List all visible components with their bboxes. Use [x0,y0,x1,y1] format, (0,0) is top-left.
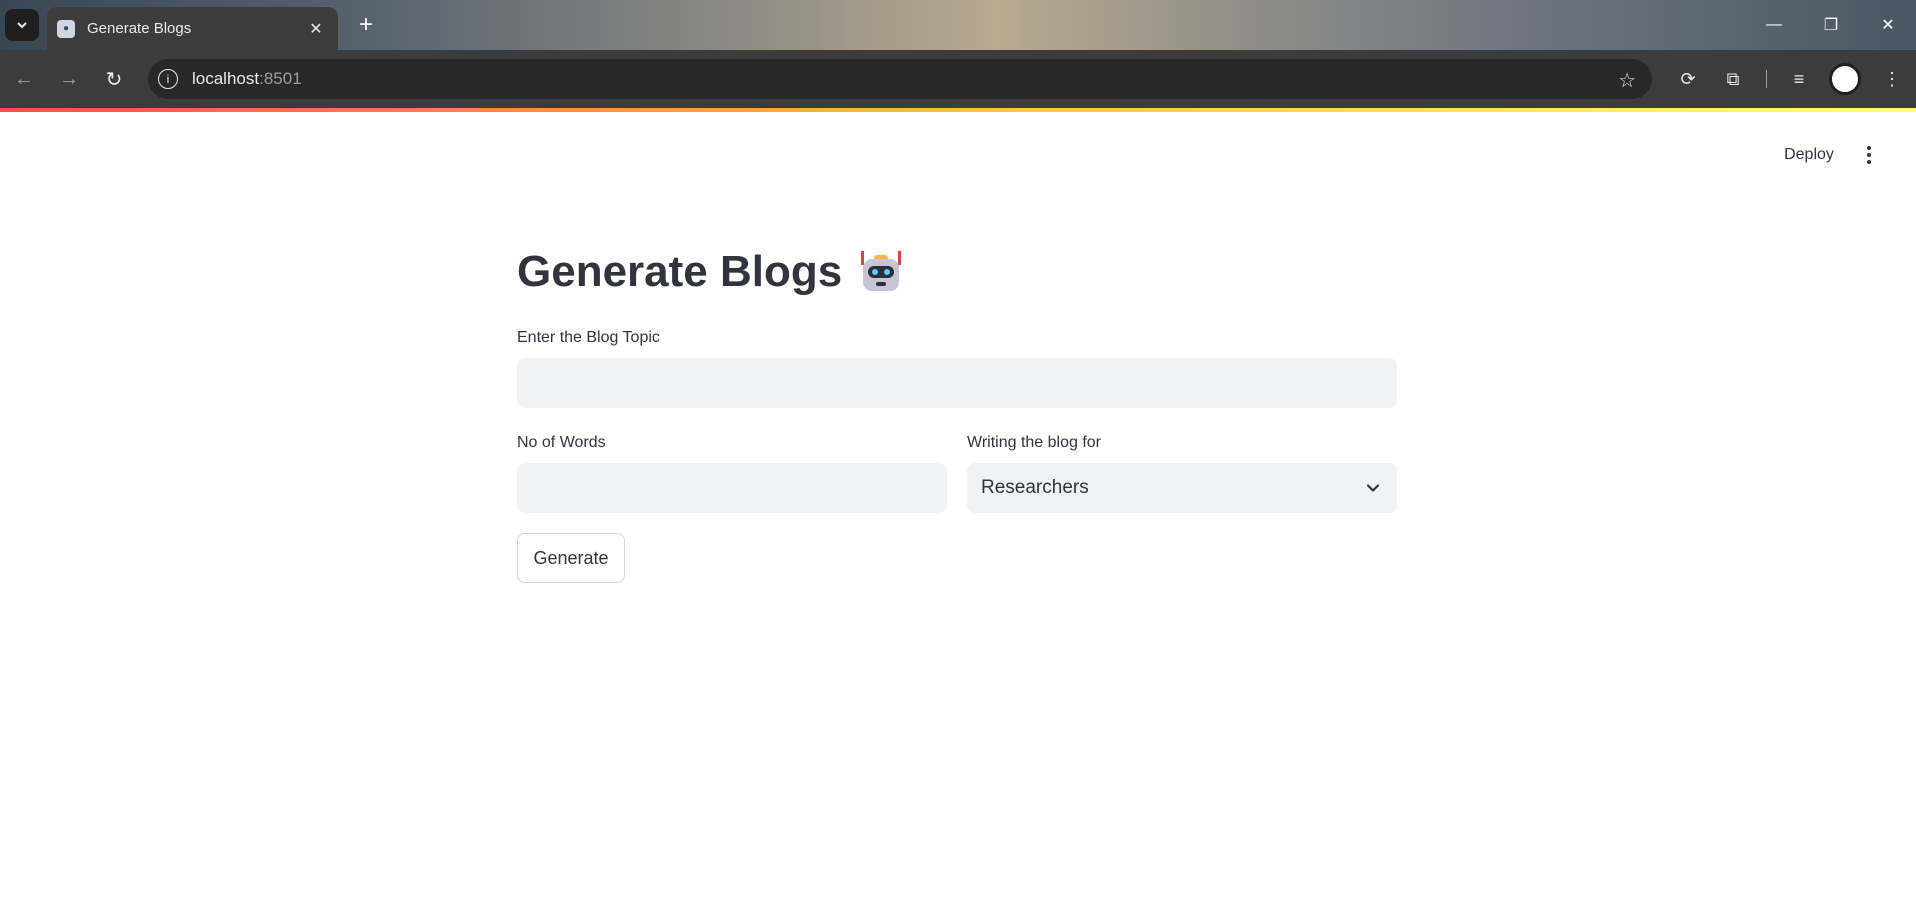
media-controls-icon[interactable]: ≡ [1784,64,1814,94]
restore-button[interactable]: ❐ [1811,10,1851,40]
browser-toolbar: ← → ↻ i localhost:8501 ☆ ⟳ ⧉ ≡ ⋮ [0,50,1916,108]
minimize-button[interactable]: — [1754,10,1794,40]
site-info-icon[interactable]: i [158,69,178,89]
audience-select[interactable]: Researchers [967,463,1397,513]
toolbar-divider [1766,70,1767,88]
audience-selected-value: Researchers [981,477,1089,498]
generate-button[interactable]: Generate [517,533,625,583]
bookmark-star-icon[interactable]: ☆ [1618,68,1636,93]
close-tab-icon[interactable]: ✕ [306,19,326,39]
tab-title: Generate Blogs [87,20,192,37]
tab-search-button[interactable] [5,9,39,41]
topic-label: Enter the Blog Topic [517,329,660,346]
new-tab-button[interactable]: + [352,11,380,39]
chevron-down-icon [17,22,27,29]
close-window-button[interactable]: ✕ [1868,10,1908,40]
audience-label: Writing the blog for [967,434,1101,451]
words-input[interactable] [517,463,947,513]
browser-tab-strip: ● Generate Blogs ✕ + — ❐ ✕ [0,0,1916,50]
back-button[interactable]: ← [9,64,39,94]
chevron-down-icon [1363,478,1383,498]
robot-favicon-icon: ● [57,19,75,38]
page-title-text: Generate Blogs [517,247,843,296]
browser-tab[interactable]: ● Generate Blogs ✕ [47,7,338,50]
topic-input[interactable] [517,358,1397,408]
browser-menu-icon[interactable]: ⋮ [1877,64,1907,94]
url-host: localhost [192,69,260,88]
words-label: No of Words [517,434,606,451]
app-menu-icon[interactable] [1856,138,1882,172]
page-title: Generate Blogs [517,247,904,297]
reload-button[interactable]: ↻ [99,64,129,94]
address-bar[interactable]: i localhost:8501 ☆ [148,59,1652,99]
sync-icon[interactable]: ⟳ [1673,64,1703,94]
deploy-button[interactable]: Deploy [1775,140,1843,170]
app-decoration-bar [0,108,1916,112]
extensions-icon[interactable]: ⧉ [1718,64,1748,94]
profile-avatar[interactable] [1829,63,1861,95]
robot-icon [858,249,904,295]
url-port: :8501 [259,69,302,88]
url-text: localhost:8501 [192,69,302,89]
forward-button[interactable]: → [54,64,84,94]
